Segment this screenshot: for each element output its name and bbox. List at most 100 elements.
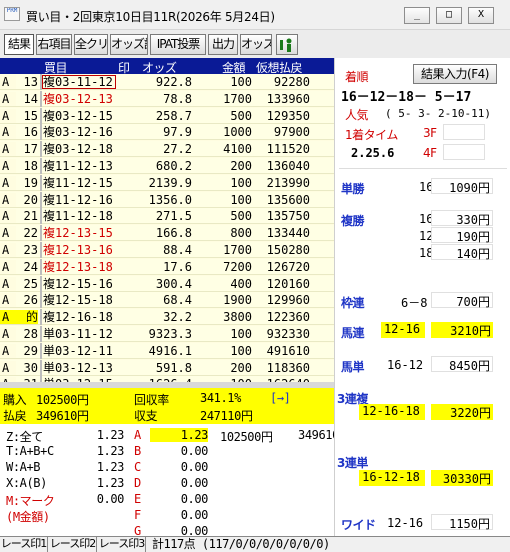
table-row[interactable]: A 19 複11-12-15 2139.9 100 213990 xyxy=(0,174,334,191)
row-bet-cell: 複12-13-18 xyxy=(43,259,113,274)
right-item-button[interactable]: 右項目 xyxy=(36,34,72,55)
last-4f-label: 4F xyxy=(423,146,437,160)
refund-value: 349610円 xyxy=(36,409,89,423)
mark-label: (M金額) xyxy=(6,510,50,524)
row-bet-cell: 単03-11-12 xyxy=(43,327,113,341)
table-row[interactable]: A 18 複11-12-13 680.2 200 136040 xyxy=(0,158,334,174)
table-row[interactable]: A 24 複12-13-18 17.6 7200 126720 xyxy=(0,258,334,275)
bracket-quinella-label: 枠連 xyxy=(341,296,365,310)
tab-race-mark-2[interactable]: レース印2 xyxy=(49,537,97,552)
last-4f-field[interactable] xyxy=(443,144,485,160)
row-number-cell: 25 xyxy=(23,276,38,291)
row-number-cell: 19 xyxy=(23,175,38,190)
row-amount-cell: 1700 xyxy=(223,243,252,257)
row-payout-cell: 135600 xyxy=(266,192,310,207)
table-header: 買目 印 オッズ 金額 仮想払戻 xyxy=(0,58,334,75)
minimize-button[interactable]: _ xyxy=(404,7,430,24)
person-figure-icon[interactable] xyxy=(276,34,298,55)
last-3f-field[interactable] xyxy=(443,124,485,140)
result-input-button[interactable]: 結果入力(F4) xyxy=(413,64,497,84)
row-odds-cell: 591.8 xyxy=(155,360,192,375)
table-row[interactable]: A 20 複11-12-16 1356.0 100 135600 xyxy=(0,191,334,208)
mark-key-rate: 1.23 xyxy=(150,428,208,442)
row-amount-cell: 100 xyxy=(230,75,252,89)
row-payout-cell: 122360 xyxy=(266,310,310,325)
row-amount-cell: 400 xyxy=(230,276,252,291)
row-amount-cell: 1700 xyxy=(223,91,252,106)
win-label: 単勝 xyxy=(341,182,365,196)
maximize-button[interactable]: □ xyxy=(436,7,462,24)
row-amount-cell: 1900 xyxy=(223,293,252,308)
table-row[interactable]: A 21 複11-12-18 271.5 500 135750 xyxy=(0,208,334,225)
close-button[interactable]: X xyxy=(468,7,494,24)
row-number-cell: 13 xyxy=(23,75,38,89)
row-odds-cell: 17.6 xyxy=(163,259,192,274)
mark-label: Z:全て xyxy=(6,430,43,444)
row-amount-cell: 3800 xyxy=(223,310,252,325)
rate-label: 回収率 xyxy=(134,393,169,407)
place-payout-1: 330円 xyxy=(431,210,493,227)
table-row[interactable]: A 30 単03-12-13 591.8 200 118360 xyxy=(0,359,334,376)
table-row[interactable]: A 的複12-16-18 32.2 3800 122360 xyxy=(0,309,334,326)
row-bet-cell: 複12-16-18 xyxy=(43,310,113,325)
table-row[interactable]: A 26 複12-15-18 68.4 1900 129960 xyxy=(0,292,334,309)
row-bet-cell: 単03-12-11 xyxy=(43,343,113,358)
table-row[interactable]: A 16 複03-12-16 97.9 1000 97900 xyxy=(0,124,334,141)
table-row[interactable]: A 25 複12-15-16 300.4 400 120160 xyxy=(0,275,334,292)
row-payout-cell: 120160 xyxy=(266,276,310,291)
row-amount-cell: 4100 xyxy=(223,142,252,157)
mark-key-label: E xyxy=(134,492,141,506)
output-button[interactable]: 出力 xyxy=(208,34,238,55)
row-bet-cell: 複12-15-16 xyxy=(43,276,113,291)
table-row[interactable]: A 15 複03-12-15 258.7 500 129350 xyxy=(0,107,334,124)
tab-race-mark-1[interactable]: レース印1 xyxy=(0,537,48,552)
row-amount-cell: 200 xyxy=(230,159,252,173)
row-number-cell: 的 xyxy=(14,310,38,325)
clear-all-button[interactable]: 全クリア xyxy=(74,34,108,55)
row-payout-cell: 111520 xyxy=(266,142,310,157)
table-row[interactable]: A 13 複03-11-12 922.8 100 92280 xyxy=(0,74,334,90)
profit-label: 収支 xyxy=(134,409,158,423)
row-bet-cell: 複03-12-15 xyxy=(43,108,113,123)
read-odds-button[interactable]: オッズ読 xyxy=(110,34,148,55)
row-number-cell: 29 xyxy=(23,343,38,358)
purchase-value: 102500円 xyxy=(36,393,89,407)
row-number-cell: 28 xyxy=(23,327,38,341)
tab-race-mark-3[interactable]: レース印3 xyxy=(98,537,146,552)
mark-key-label: B xyxy=(134,444,141,458)
row-amount-cell: 1000 xyxy=(223,125,252,140)
table-row[interactable]: A 22 複12-13-15 166.8 800 133440 xyxy=(0,225,334,242)
table-row[interactable]: A 17 複03-12-18 27.2 4100 111520 xyxy=(0,141,334,158)
mark-key-rate: 0.00 xyxy=(180,460,209,474)
table-row[interactable]: A 29 単03-12-11 4916.1 100 491610 xyxy=(0,342,334,359)
row-amount-cell: 100 xyxy=(230,175,252,190)
table-row[interactable]: A 28 単03-11-12 9323.3 100 932330 xyxy=(0,326,334,342)
exacta-payout: 8450円 xyxy=(431,356,493,373)
place-payout-3: 140円 xyxy=(431,244,493,261)
table-row[interactable]: A 14 複03-12-13 78.8 1700 133960 xyxy=(0,90,334,107)
exacta-label: 馬単 xyxy=(341,360,365,374)
trifecta-payout: 30330円 xyxy=(431,470,493,486)
bet-table: 買目 印 オッズ 金額 仮想払戻 A 13 複03-11-12 922.8 100 922… xyxy=(0,58,334,382)
ipat-vote-button[interactable]: IPAT投票 xyxy=(150,34,206,55)
mark-label: M:マーク xyxy=(6,494,55,508)
row-amount-cell: 500 xyxy=(230,108,252,123)
divider xyxy=(339,168,507,169)
mark-key-rate: 0.00 xyxy=(180,524,209,536)
row-payout-cell: 92280 xyxy=(273,75,310,89)
result-button[interactable]: 結果 xyxy=(4,34,34,55)
row-number-cell: 17 xyxy=(23,142,38,157)
table-row[interactable]: A 23 複12-13-16 88.4 1700 150280 xyxy=(0,242,334,258)
place-payout-2: 190円 xyxy=(431,227,493,244)
row-payout-cell: 129350 xyxy=(266,108,310,123)
row-bet-cell: 複12-15-18 xyxy=(43,293,113,308)
mark-summary: Z:全て 1.23 A 1.23 102500円 349610 T:A+B+C 1.23 B 0.… xyxy=(0,424,334,536)
mark-key-rate: 0.00 xyxy=(180,508,209,522)
rate-arrow-button[interactable]: [→] xyxy=(270,391,291,405)
trio-payout: 3220円 xyxy=(431,404,493,420)
refund-label: 払戻 xyxy=(3,409,27,423)
row-odds-cell: 32.2 xyxy=(163,310,192,325)
odds-button[interactable]: オッズ xyxy=(240,34,272,55)
row-payout-cell: 133960 xyxy=(266,91,310,106)
row-odds-cell: 258.7 xyxy=(155,108,192,123)
